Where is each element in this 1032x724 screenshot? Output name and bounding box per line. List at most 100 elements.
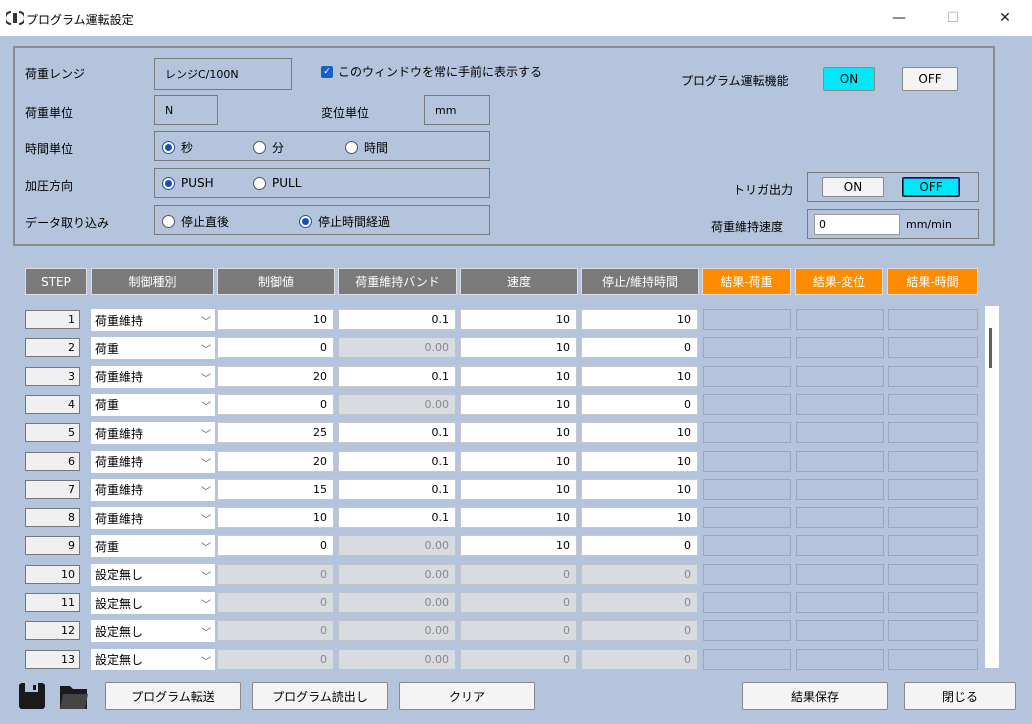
vertical-scrollbar[interactable] bbox=[985, 306, 999, 668]
control-value-input[interactable]: 0 bbox=[217, 535, 334, 557]
control-value-input[interactable]: 0 bbox=[217, 337, 334, 359]
control-type-select[interactable]: 荷重維持 ﹀ bbox=[91, 507, 215, 530]
hold-band-input[interactable]: 0.00 bbox=[338, 535, 456, 557]
close-button[interactable]: 閉じる bbox=[904, 682, 1016, 710]
control-value-input[interactable]: 10 bbox=[217, 507, 334, 529]
hold-band-input[interactable]: 0.00 bbox=[338, 337, 456, 359]
scrollbar-thumb[interactable] bbox=[989, 328, 992, 368]
speed-input[interactable]: 10 bbox=[460, 309, 577, 330]
control-type-select[interactable]: 荷重維持 ﹀ bbox=[91, 478, 215, 501]
control-type-select[interactable]: 設定無し ﹀ bbox=[91, 563, 215, 586]
hold-band-input[interactable]: 0.00 bbox=[338, 592, 456, 613]
result-time-cell bbox=[888, 535, 978, 557]
control-value-input[interactable]: 20 bbox=[217, 450, 334, 472]
program-read-button[interactable]: プログラム読出し bbox=[252, 682, 388, 710]
speed-input[interactable]: 0 bbox=[460, 563, 577, 585]
control-value-input[interactable]: 0 bbox=[217, 563, 334, 585]
stop-time-input[interactable]: 10 bbox=[581, 422, 698, 444]
hold-band-input[interactable]: 0.1 bbox=[338, 507, 456, 529]
control-type-select[interactable]: 荷重維持 ﹀ bbox=[91, 422, 215, 445]
hold-band-input[interactable]: 0.00 bbox=[338, 563, 456, 585]
program-transfer-button[interactable]: プログラム転送 bbox=[105, 682, 241, 710]
control-type-select[interactable]: 荷重 ﹀ bbox=[91, 337, 215, 360]
speed-input[interactable]: 10 bbox=[460, 365, 577, 387]
result-time-cell bbox=[888, 309, 978, 330]
control-type-select[interactable]: 設定無し ﹀ bbox=[91, 592, 215, 614]
clear-button[interactable]: クリア bbox=[399, 682, 535, 710]
maximize-button[interactable]: ☐ bbox=[930, 0, 976, 36]
trigger-off-button[interactable]: OFF bbox=[902, 177, 960, 197]
close-window-button[interactable]: ✕ bbox=[982, 0, 1028, 36]
speed-input[interactable]: 10 bbox=[460, 450, 577, 472]
control-type-select[interactable]: 荷重維持 ﹀ bbox=[91, 309, 215, 331]
table-row: 11 設定無し ﹀ 0 0.00 0 0 bbox=[13, 589, 995, 617]
result-time-cell bbox=[888, 648, 978, 670]
stop-time-input[interactable]: 0 bbox=[581, 648, 698, 670]
radio-seconds[interactable]: 秒 bbox=[162, 139, 193, 156]
control-type-select[interactable]: 設定無し ﹀ bbox=[91, 620, 215, 643]
radio-hours[interactable]: 時間 bbox=[345, 139, 388, 156]
radio-push[interactable]: PUSH bbox=[162, 176, 214, 190]
speed-input[interactable]: 0 bbox=[460, 592, 577, 613]
control-type-select[interactable]: 荷重維持 ﹀ bbox=[91, 450, 215, 473]
speed-input[interactable]: 10 bbox=[460, 478, 577, 500]
control-value-input[interactable]: 20 bbox=[217, 365, 334, 387]
speed-input[interactable]: 10 bbox=[460, 337, 577, 359]
result-load-cell bbox=[703, 648, 791, 670]
speed-input[interactable]: 10 bbox=[460, 535, 577, 557]
control-type-select[interactable]: 荷重維持 ﹀ bbox=[91, 365, 215, 388]
stop-time-input[interactable]: 10 bbox=[581, 507, 698, 529]
hold-band-input[interactable]: 0.00 bbox=[338, 393, 456, 415]
control-value-input[interactable]: 15 bbox=[217, 478, 334, 500]
radio-pull[interactable]: PULL bbox=[253, 176, 301, 190]
program-on-button[interactable]: ON bbox=[823, 67, 875, 91]
speed-input[interactable]: 10 bbox=[460, 507, 577, 529]
radio-minutes[interactable]: 分 bbox=[253, 139, 284, 156]
hold-band-input[interactable]: 0.1 bbox=[338, 478, 456, 500]
program-off-button[interactable]: OFF bbox=[902, 67, 958, 91]
stop-time-input[interactable]: 0 bbox=[581, 337, 698, 359]
table-row: 6 荷重維持 ﹀ 20 0.1 10 10 bbox=[13, 448, 995, 476]
radio-stop-elapsed[interactable]: 停止時間経過 bbox=[299, 213, 390, 230]
speed-input[interactable]: 0 bbox=[460, 620, 577, 642]
floppy-disk-icon[interactable] bbox=[16, 680, 48, 712]
control-type-select[interactable]: 荷重 ﹀ bbox=[91, 393, 215, 416]
hold-band-input[interactable]: 0.1 bbox=[338, 309, 456, 330]
hold-band-input[interactable]: 0.1 bbox=[338, 422, 456, 444]
always-on-top-checkbox[interactable]: ✓ このウィンドウを常に手前に表示する bbox=[321, 63, 542, 80]
stop-time-input[interactable]: 0 bbox=[581, 563, 698, 585]
speed-input[interactable]: 0 bbox=[460, 648, 577, 670]
speed-input[interactable]: 10 bbox=[460, 422, 577, 444]
stop-time-input[interactable]: 10 bbox=[581, 309, 698, 330]
radio-stop-immediate[interactable]: 停止直後 bbox=[162, 213, 229, 230]
control-value-input[interactable]: 0 bbox=[217, 648, 334, 670]
stop-time-input[interactable]: 10 bbox=[581, 450, 698, 472]
step-number: 5 bbox=[25, 423, 80, 443]
hold-speed-input[interactable]: 0 bbox=[814, 214, 900, 235]
data-capture-label: データ取り込み bbox=[25, 216, 110, 230]
trigger-on-button[interactable]: ON bbox=[822, 177, 884, 197]
hold-band-input[interactable]: 0.1 bbox=[338, 450, 456, 472]
folder-icon[interactable] bbox=[58, 680, 90, 712]
stop-time-input[interactable]: 10 bbox=[581, 478, 698, 500]
chevron-down-icon: ﹀ bbox=[201, 373, 211, 385]
stop-time-input[interactable]: 10 bbox=[581, 365, 698, 387]
control-value-input[interactable]: 0 bbox=[217, 393, 334, 415]
hold-band-input[interactable]: 0.00 bbox=[338, 620, 456, 642]
stop-time-input[interactable]: 0 bbox=[581, 535, 698, 557]
hold-band-input[interactable]: 0.1 bbox=[338, 365, 456, 387]
control-value-input[interactable]: 25 bbox=[217, 422, 334, 444]
control-type-select[interactable]: 荷重 ﹀ bbox=[91, 535, 215, 558]
control-type-select[interactable]: 設定無し ﹀ bbox=[91, 648, 215, 670]
minimize-button[interactable]: — bbox=[876, 0, 922, 36]
chevron-down-icon: ﹀ bbox=[201, 317, 211, 328]
speed-input[interactable]: 10 bbox=[460, 393, 577, 415]
control-value-input[interactable]: 0 bbox=[217, 592, 334, 613]
control-value-input[interactable]: 10 bbox=[217, 309, 334, 330]
stop-time-input[interactable]: 0 bbox=[581, 620, 698, 642]
hold-band-input[interactable]: 0.00 bbox=[338, 648, 456, 670]
stop-time-input[interactable]: 0 bbox=[581, 592, 698, 613]
save-results-button[interactable]: 結果保存 bbox=[742, 682, 888, 710]
control-value-input[interactable]: 0 bbox=[217, 620, 334, 642]
stop-time-input[interactable]: 0 bbox=[581, 393, 698, 415]
